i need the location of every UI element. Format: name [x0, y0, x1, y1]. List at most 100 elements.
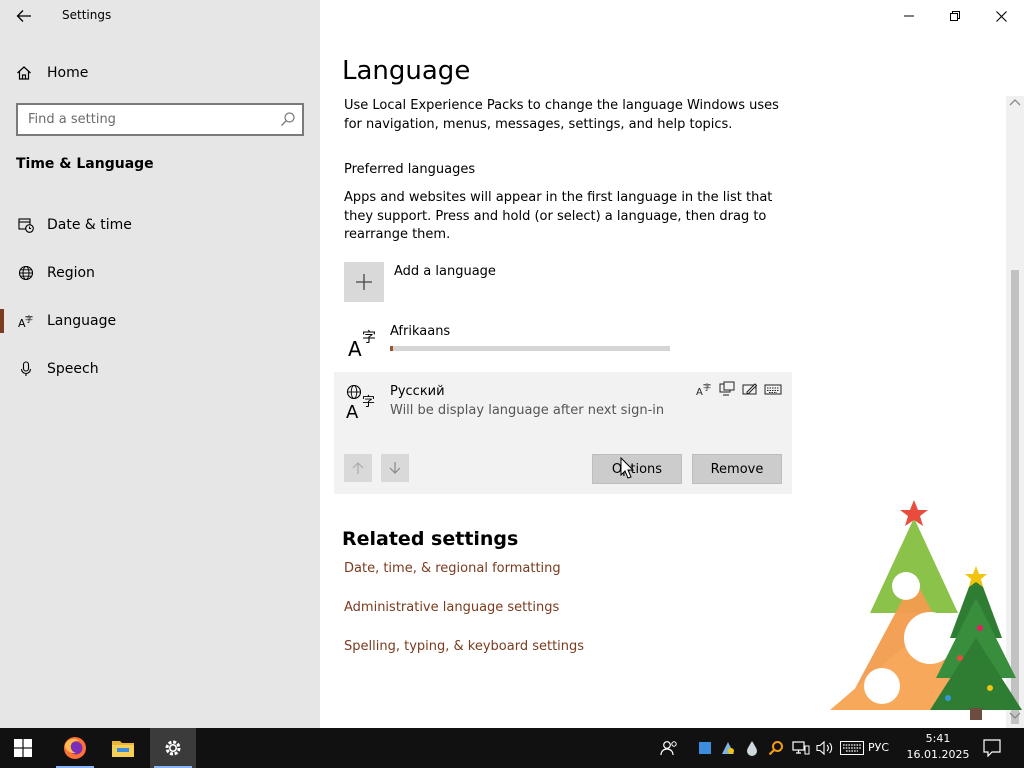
svg-text:A: A — [346, 402, 359, 420]
tray-app-3[interactable] — [742, 728, 762, 768]
preferred-languages-description: Apps and websites will appear in the fir… — [344, 190, 773, 242]
sidebar-item-language[interactable]: A字 Language — [0, 301, 320, 341]
tray-touch-keyboard[interactable] — [838, 728, 866, 768]
search-input[interactable] — [18, 105, 268, 134]
arrow-down-icon — [389, 462, 401, 474]
app-title: Settings — [62, 8, 112, 22]
sidebar-item-date-time[interactable]: Date & time — [0, 205, 320, 245]
app-tray-icon — [722, 742, 734, 754]
tray-people[interactable] — [658, 728, 680, 768]
tray-app-blue[interactable] — [696, 728, 714, 768]
tray-volume[interactable] — [814, 728, 836, 768]
svg-text:字: 字 — [362, 330, 376, 346]
tray-network[interactable] — [790, 728, 812, 768]
tray-app-4[interactable] — [766, 728, 786, 768]
preferred-languages-title: Preferred languages — [344, 162, 476, 177]
globe-icon — [18, 265, 33, 281]
add-language-tile — [344, 262, 384, 302]
svg-text:A: A — [348, 337, 362, 358]
sidebar: Settings Home Time & Language Date & tim… — [0, 0, 320, 728]
sidebar-item-speech[interactable]: Speech — [0, 349, 320, 389]
svg-text:字: 字 — [362, 395, 375, 410]
link-spelling-typing-keyboard[interactable]: Spelling, typing, & keyboard settings — [344, 639, 584, 654]
taskbar-firefox[interactable] — [52, 728, 98, 768]
download-progress-bar — [390, 346, 670, 351]
language-icon: A字 — [18, 314, 33, 329]
language-icon: A字 — [348, 330, 376, 358]
search-app-icon — [768, 741, 783, 756]
taskbar: РУС 5:41 16.01.2025 — [0, 728, 1024, 768]
language-item-russian[interactable]: A字 Русский Will be display language afte… — [334, 372, 792, 494]
minimize-icon — [904, 15, 914, 17]
search-icon — [281, 112, 295, 126]
svg-text:字: 字 — [703, 382, 711, 392]
remove-button[interactable]: Remove — [692, 454, 782, 484]
add-language-label: Add a language — [394, 264, 496, 279]
svg-text:A: A — [696, 387, 703, 397]
options-button[interactable]: Options — [592, 454, 682, 484]
handwriting-icon — [742, 383, 758, 395]
network-icon — [792, 741, 810, 755]
display-language-icon: A字 — [346, 384, 375, 420]
move-up-button[interactable] — [344, 454, 372, 482]
people-icon — [660, 741, 677, 756]
plus-icon — [356, 274, 372, 290]
close-icon — [995, 10, 1007, 22]
language-name: Русский — [390, 384, 445, 399]
page-title: Language — [342, 56, 471, 86]
volume-icon — [816, 740, 833, 756]
related-settings-title: Related settings — [342, 528, 519, 550]
firefox-icon — [64, 737, 86, 759]
add-language-button[interactable]: Add a language — [344, 262, 496, 302]
sidebar-item-region[interactable]: Region — [0, 253, 320, 293]
start-button[interactable] — [0, 728, 46, 768]
sidebar-item-label: Region — [47, 265, 95, 281]
home-icon — [17, 66, 31, 80]
file-explorer-icon — [112, 741, 134, 757]
move-down-button[interactable] — [381, 454, 409, 482]
mouse-cursor — [620, 457, 634, 479]
clock-time: 5:41 — [925, 732, 951, 745]
notifications-icon — [983, 739, 1001, 757]
input-language-indicator[interactable]: РУС — [868, 741, 889, 754]
svg-text:字: 字 — [25, 314, 33, 324]
tray-app-2[interactable] — [718, 728, 738, 768]
christmas-tree-decoration — [830, 500, 1022, 720]
section-title: Time & Language — [16, 156, 154, 172]
link-admin-language-settings[interactable]: Administrative language settings — [344, 600, 559, 615]
taskbar-file-explorer[interactable] — [100, 728, 146, 768]
sidebar-item-label: Language — [47, 313, 117, 329]
clock[interactable]: 5:41 16.01.2025 — [902, 731, 974, 763]
taskbar-settings[interactable] — [150, 728, 196, 768]
back-button[interactable] — [8, 2, 40, 30]
action-center-button[interactable] — [978, 728, 1006, 768]
keyboard-icon — [764, 384, 782, 395]
sidebar-item-label: Speech — [47, 361, 99, 377]
intro-text: Use Local Experience Packs to change the… — [344, 98, 779, 132]
close-button[interactable] — [978, 0, 1024, 32]
minimize-button[interactable] — [886, 0, 932, 32]
restore-icon — [950, 11, 960, 21]
text-to-speech-icon — [719, 381, 735, 396]
clock-date: 16.01.2025 — [906, 748, 970, 761]
sidebar-item-label: Date & time — [47, 217, 132, 233]
language-item-afrikaans[interactable]: A字 Afrikaans — [344, 322, 784, 362]
language-pack-icon: A字 — [696, 382, 711, 397]
app-tray-icon — [699, 742, 711, 754]
search-box[interactable] — [16, 103, 304, 136]
drop-icon — [747, 741, 757, 756]
download-progress-fill — [390, 346, 393, 351]
link-regional-formatting[interactable]: Date, time, & regional formatting — [344, 561, 561, 576]
arrow-up-icon — [352, 462, 364, 474]
sidebar-item-label: Home — [47, 65, 89, 81]
restore-button[interactable] — [932, 0, 978, 32]
sidebar-item-home[interactable]: Home — [16, 62, 88, 84]
language-status: Will be display language after next sign… — [390, 403, 665, 418]
start-icon — [14, 739, 32, 757]
scroll-up-icon[interactable] — [1009, 98, 1021, 108]
settings-icon — [165, 740, 181, 756]
back-arrow-icon — [16, 10, 31, 22]
language-name: Afrikaans — [390, 324, 451, 339]
microphone-icon — [20, 361, 31, 376]
calendar-clock-icon — [17, 218, 34, 233]
